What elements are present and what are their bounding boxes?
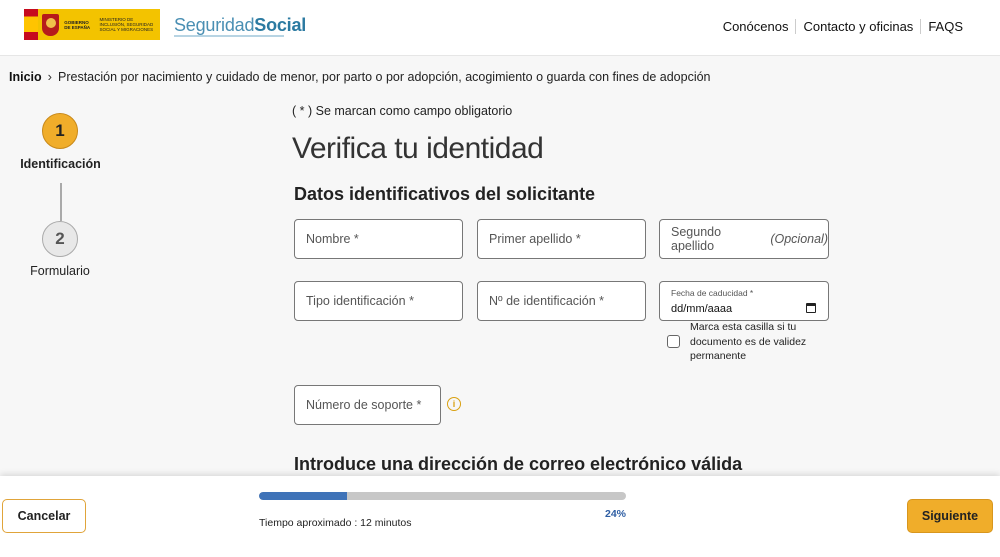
step-2-circle: 2 <box>42 221 78 257</box>
breadcrumb-current: Prestación por nacimiento y cuidado de m… <box>58 69 711 84</box>
numero-soporte-field[interactable]: Número de soporte * <box>294 385 441 425</box>
progress-fill <box>259 492 348 500</box>
next-button[interactable]: Siguiente <box>907 499 993 533</box>
optional-tag: (Opcional) <box>770 232 828 246</box>
seguridad-social-logo[interactable]: SeguridadSocial <box>174 15 307 37</box>
section-applicant-title: Datos identificativos del solicitante <box>294 184 596 204</box>
spain-flag-icon <box>24 9 38 40</box>
step-1-circle: 1 <box>42 113 78 149</box>
cancel-button[interactable]: Cancelar <box>2 499 86 533</box>
step-connector <box>60 183 62 221</box>
validez-permanente-label: Marca esta casilla si tu documento es de… <box>690 321 807 362</box>
step-2-label: Formulario <box>30 264 90 278</box>
calendar-icon[interactable] <box>806 302 816 313</box>
time-estimate: Tiempo aproximado : 12 minutos <box>259 517 412 529</box>
footer-bar: Cancelar 24% Tiempo aproximado : 12 minu… <box>0 476 1000 557</box>
page-title: Verifica tu identidad <box>292 132 544 165</box>
progress-bar <box>259 492 626 500</box>
date-value-row: dd/mm/aaaa <box>671 302 816 315</box>
info-icon[interactable]: i <box>447 397 461 411</box>
nombre-placeholder: Nombre * <box>306 232 359 246</box>
top-navigation: Conócenos Contacto y oficinas FAQS <box>716 19 970 34</box>
breadcrumb: Inicio › Prestación por nacimiento y cui… <box>9 69 711 84</box>
nav-faqs[interactable]: FAQS <box>920 19 970 34</box>
progress-percent: 24% <box>605 508 627 520</box>
brand-light-text: Seguridad <box>174 15 255 35</box>
nav-contacto-oficinas[interactable]: Contacto y oficinas <box>795 19 920 34</box>
site-header: GOBIERNO DE ESPAÑA MINISTERIO DE INCLUSI… <box>0 0 1000 56</box>
validez-permanente-checkbox[interactable] <box>667 335 680 348</box>
required-note: ( * ) Se marcan como campo obligatorio <box>292 104 513 118</box>
segundo-apellido-field[interactable]: Segundo apellido (Opcional) <box>659 219 829 259</box>
numero-identificacion-placeholder: Nº de identificación * <box>489 294 605 308</box>
fecha-caducidad-label: Fecha de caducidad * <box>671 287 754 298</box>
chevron-right-icon: › <box>47 69 52 84</box>
step-1-label: Identificación <box>20 157 101 171</box>
brand-bold-text: Social <box>254 15 307 35</box>
brand-underline <box>174 35 284 37</box>
fecha-caducidad-placeholder: dd/mm/aaaa <box>671 302 733 315</box>
breadcrumb-home[interactable]: Inicio <box>9 70 42 84</box>
nav-conocenos[interactable]: Conócenos <box>716 19 796 34</box>
fecha-caducidad-field[interactable]: Fecha de caducidad * dd/mm/aaaa <box>659 281 829 321</box>
numero-identificacion-field[interactable]: Nº de identificación * <box>477 281 646 321</box>
government-logo[interactable]: GOBIERNO DE ESPAÑA MINISTERIO DE INCLUSI… <box>24 9 160 40</box>
numero-soporte-placeholder: Número de soporte * <box>306 398 422 412</box>
coat-of-arms-icon <box>41 13 60 36</box>
primer-apellido-field[interactable]: Primer apellido * <box>477 219 646 259</box>
nombre-field[interactable]: Nombre * <box>294 219 463 259</box>
primer-apellido-placeholder: Primer apellido * <box>489 232 581 246</box>
section-email-title: Introduce una dirección de correo electr… <box>294 454 743 474</box>
tipo-identificacion-placeholder: Tipo identificación * <box>306 294 414 308</box>
tipo-identificacion-select[interactable]: Tipo identificación * <box>294 281 463 321</box>
gov-logo-text: GOBIERNO DE ESPAÑA <box>64 19 91 30</box>
ministry-logo-text: MINISTERIO DE INCLUSIÓN, SEGURIDAD SOCIA… <box>99 17 154 32</box>
segundo-apellido-placeholder: Segundo apellido <box>671 225 722 253</box>
